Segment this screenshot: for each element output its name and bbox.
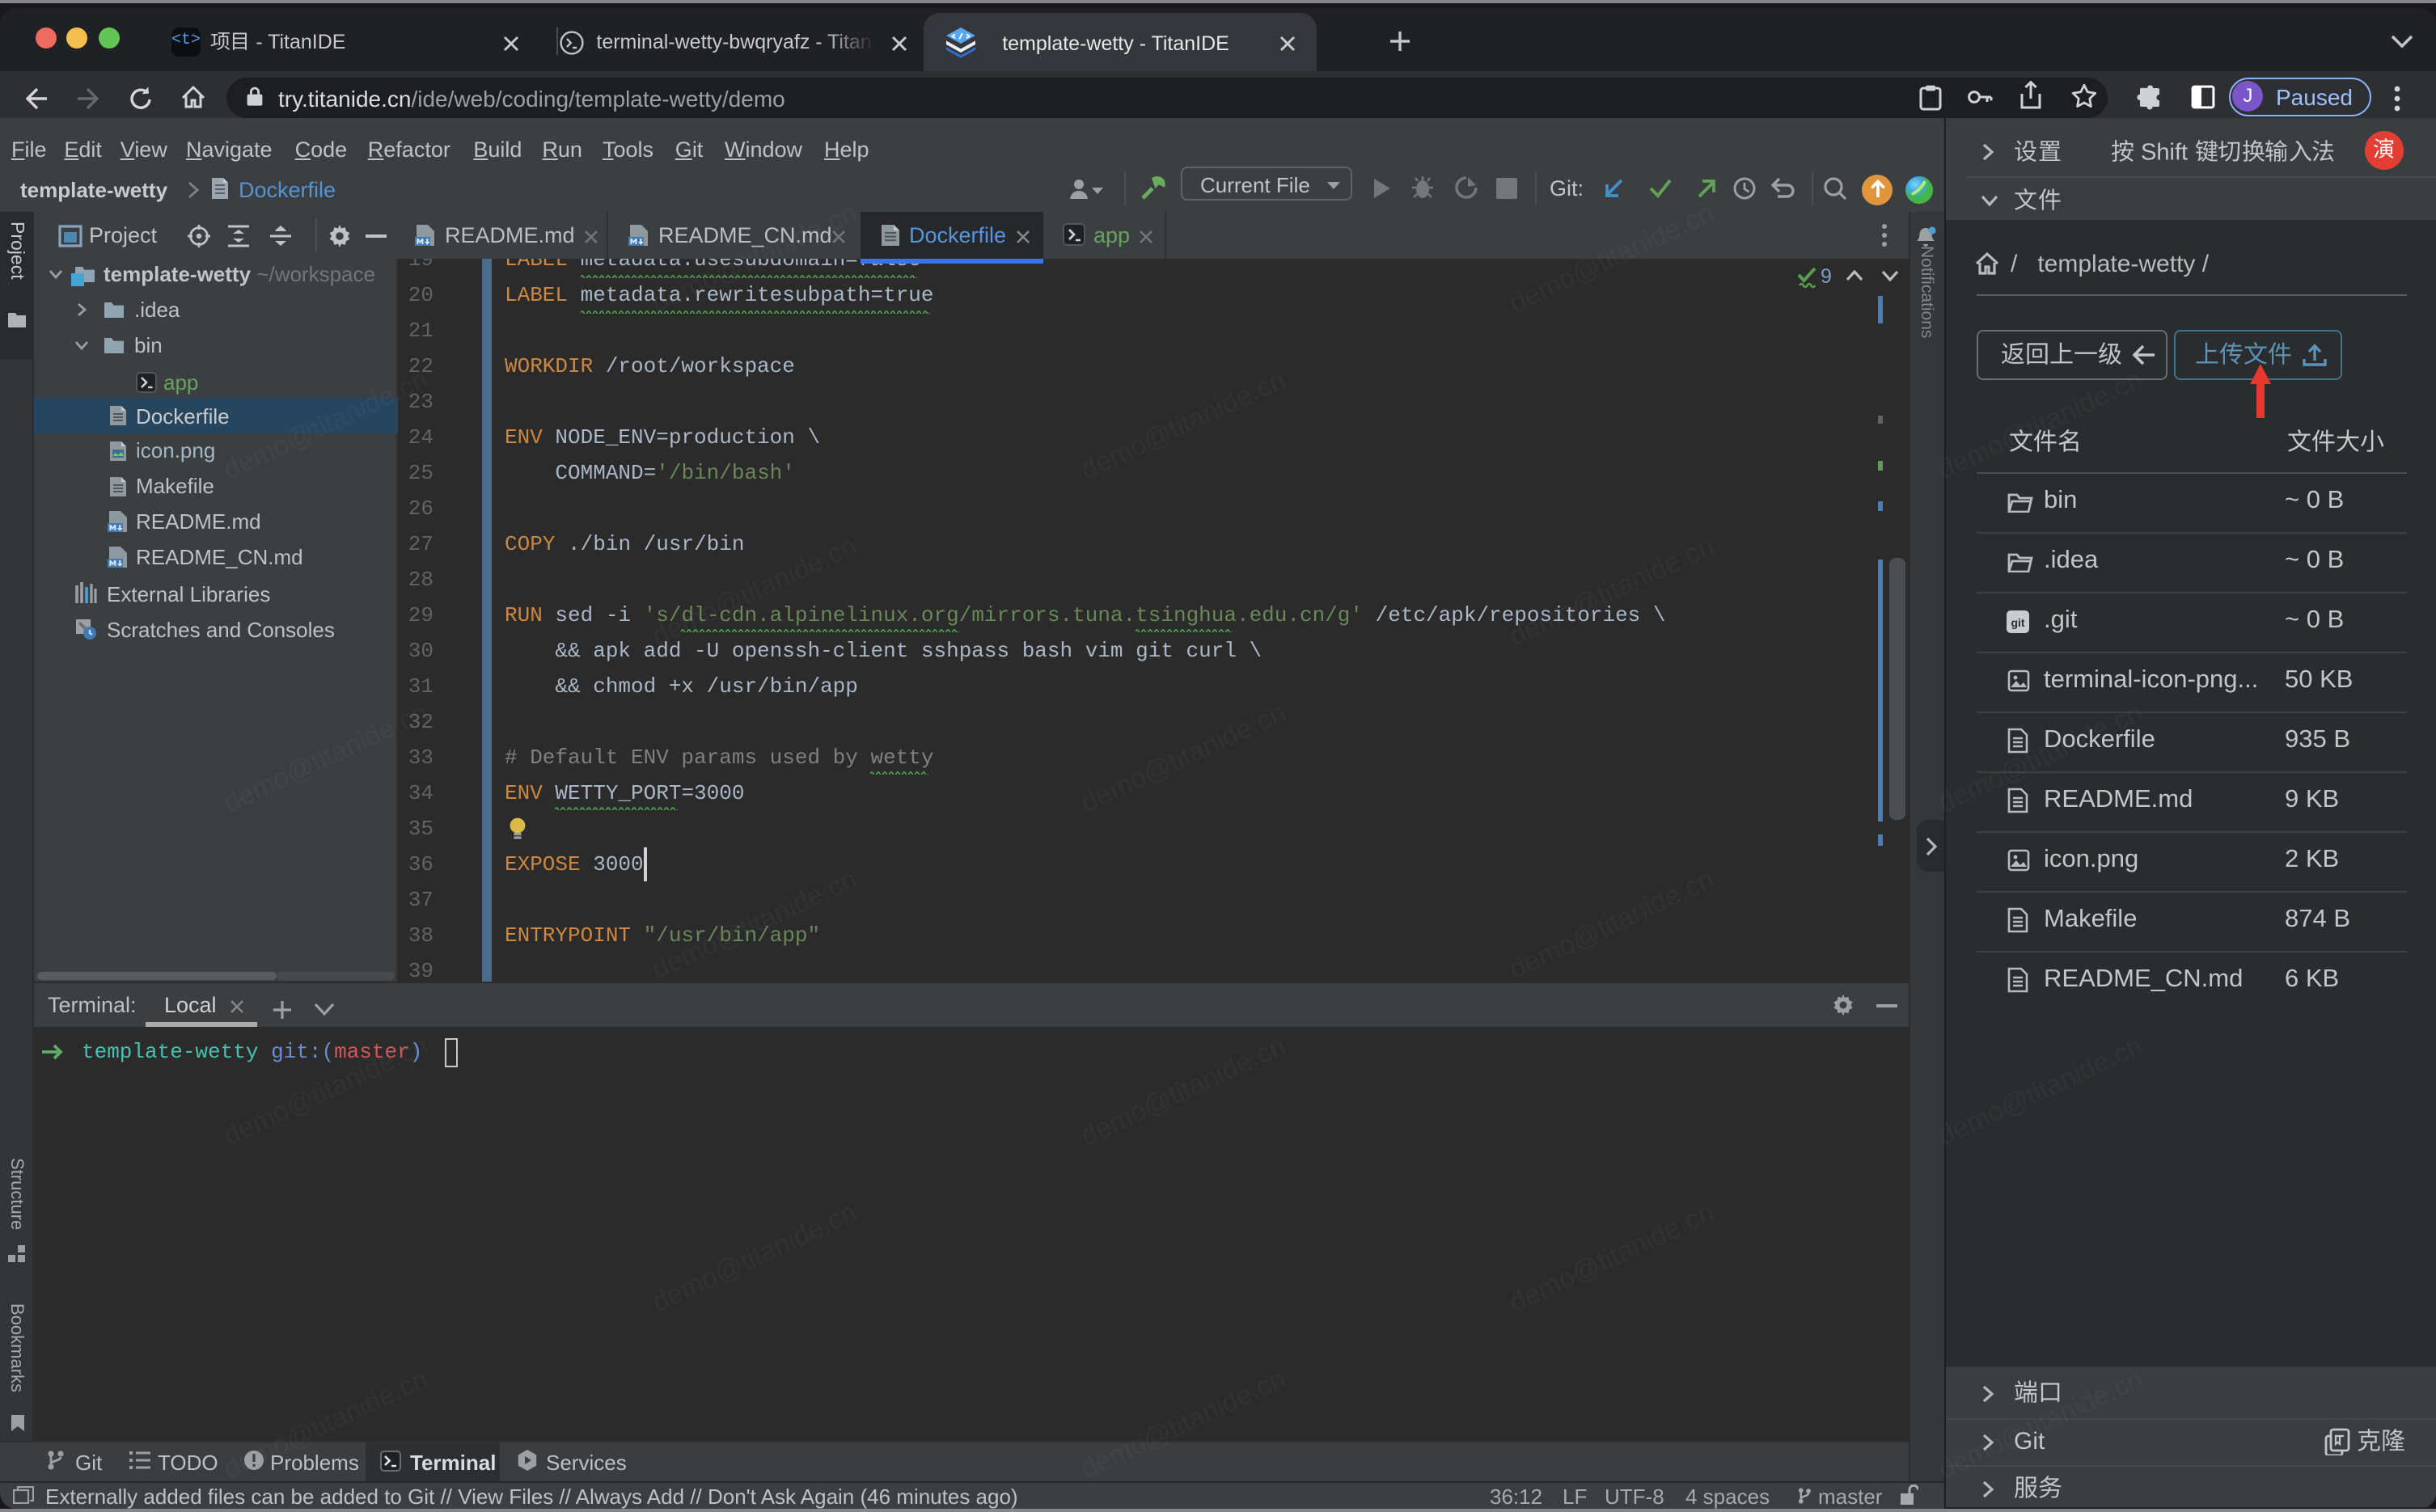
svg-text:git: git bbox=[2011, 615, 2024, 628]
